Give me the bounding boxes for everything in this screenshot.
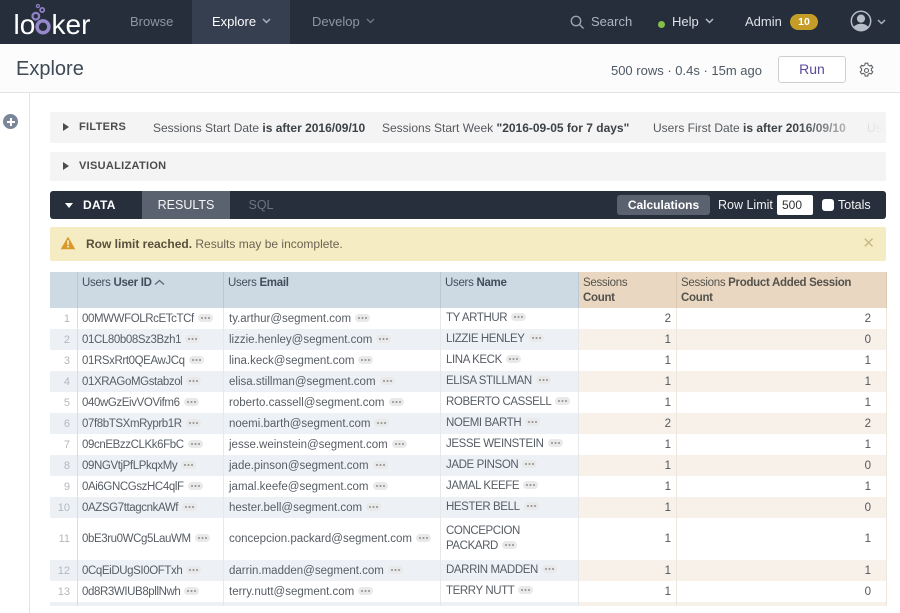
svg-text:lo: lo xyxy=(14,9,36,40)
svg-text:ker: ker xyxy=(52,9,91,40)
